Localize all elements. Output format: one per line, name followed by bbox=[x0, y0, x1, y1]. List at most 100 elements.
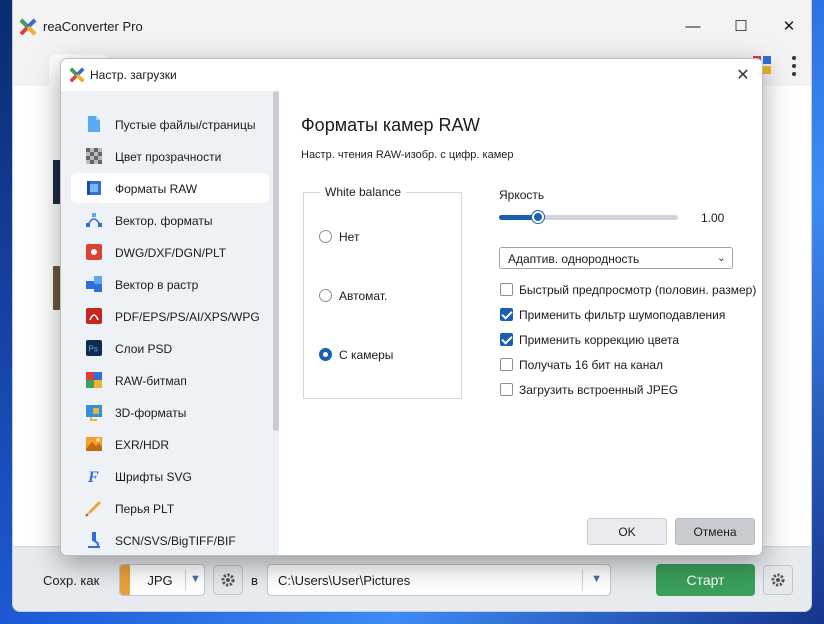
gear-icon bbox=[771, 573, 785, 587]
dialog-titlebar: Настр. загрузки ✕ bbox=[61, 59, 762, 91]
cancel-button[interactable]: Отмена bbox=[675, 518, 755, 545]
blank-file-icon bbox=[88, 116, 100, 132]
radio-wb-auto[interactable]: Автомат. bbox=[319, 288, 479, 304]
checkbox-box[interactable] bbox=[500, 283, 513, 296]
sidebar-item-label: EXR/HDR bbox=[115, 438, 170, 452]
white-balance-legend: White balance bbox=[320, 185, 407, 199]
pen-icon bbox=[85, 501, 101, 517]
radio-circle[interactable] bbox=[319, 289, 332, 302]
raw-bitmap-icon bbox=[86, 372, 102, 388]
sidebar-item-label: RAW-битмап bbox=[115, 374, 187, 388]
sidebar-item-3d[interactable]: 3D-форматы bbox=[71, 397, 269, 427]
start-settings-button[interactable] bbox=[763, 565, 793, 595]
save-as-label: Сохр. как bbox=[43, 573, 100, 588]
sidebar-item-vector-formats[interactable]: Вектор. форматы bbox=[71, 205, 269, 235]
app-logo-icon bbox=[69, 67, 85, 83]
brightness-label: Яркость bbox=[499, 188, 545, 202]
radio-label: С камеры bbox=[339, 348, 394, 362]
checkbox-label: Загрузить встроенный JPEG bbox=[519, 383, 679, 397]
hdr-icon bbox=[86, 437, 102, 451]
start-button[interactable]: Старт bbox=[656, 564, 755, 596]
radio-label: Нет bbox=[339, 230, 360, 244]
chevron-down-icon[interactable]: ▼ bbox=[591, 573, 602, 585]
interpolation-select[interactable]: Адаптив. однородность ⌄ bbox=[499, 247, 733, 269]
sidebar-item-microscopy[interactable]: SCN/SVS/BigTIFF/BIF bbox=[71, 525, 269, 555]
vector-icon bbox=[86, 213, 102, 227]
sidebar-item-plt-pens[interactable]: Перья PLT bbox=[71, 493, 269, 523]
sidebar-item-label: PDF/EPS/PS/AI/XPS/WPG bbox=[115, 310, 260, 324]
sidebar-item-raw-bitmap[interactable]: RAW-битмап bbox=[71, 365, 269, 395]
sidebar-item-exr-hdr[interactable]: EXR/HDR bbox=[71, 429, 269, 459]
load-settings-dialog: Настр. загрузки ✕ Пустые файлы/страницы … bbox=[60, 58, 763, 556]
slider-thumb[interactable] bbox=[532, 211, 545, 223]
sidebar-item-svg-fonts[interactable]: F Шрифты SVG bbox=[71, 461, 269, 491]
3d-icon bbox=[86, 405, 102, 421]
checkbox-box[interactable] bbox=[500, 358, 513, 371]
page-title: Форматы камер RAW bbox=[301, 115, 480, 135]
sidebar-item-label: DWG/DXF/DGN/PLT bbox=[115, 246, 227, 260]
output-format-value: JPG bbox=[147, 573, 173, 588]
microscope-icon bbox=[88, 532, 100, 548]
transparency-icon bbox=[86, 148, 102, 164]
output-path-input[interactable]: C:\Users\User\Pictures ▼ bbox=[267, 564, 611, 596]
checkbox-box[interactable] bbox=[500, 333, 513, 346]
svg-text:F: F bbox=[87, 469, 99, 485]
checkbox-embedded-jpeg[interactable]: Загрузить встроенный JPEG bbox=[500, 382, 762, 398]
sidebar-item-label: Вектор в растр bbox=[115, 278, 199, 292]
checkbox-16bit[interactable]: Получать 16 бит на канал bbox=[500, 357, 762, 373]
svg-text:Ps: Ps bbox=[89, 345, 98, 354]
page-subtitle: Настр. чтения RAW-изобр. с цифр. камер bbox=[301, 149, 514, 161]
radio-wb-camera[interactable]: С камеры bbox=[319, 347, 479, 363]
checkbox-box[interactable] bbox=[500, 383, 513, 396]
sidebar-item-pdf[interactable]: PDF/EPS/PS/AI/XPS/WPG bbox=[71, 301, 269, 331]
sidebar-item-label: Пустые файлы/страницы bbox=[115, 118, 256, 132]
close-button[interactable]: ✕ bbox=[769, 10, 809, 42]
minimize-button[interactable]: — bbox=[673, 10, 713, 42]
radio-circle[interactable] bbox=[319, 348, 332, 361]
cad-icon bbox=[86, 244, 102, 260]
checkbox-color-correction[interactable]: Применить коррекцию цвета bbox=[500, 332, 762, 348]
radio-circle[interactable] bbox=[319, 230, 332, 243]
checkbox-box[interactable] bbox=[500, 308, 513, 321]
chevron-down-icon: ⌄ bbox=[716, 252, 726, 264]
dialog-close-button[interactable]: ✕ bbox=[730, 63, 756, 87]
sidebar-item-label: Слои PSD bbox=[115, 342, 173, 356]
white-balance-group: White balance Нет Автомат. С камеры bbox=[303, 185, 462, 399]
psd-icon: Ps bbox=[86, 340, 102, 356]
sidebar-item-label: Вектор. форматы bbox=[115, 214, 213, 228]
maximize-button[interactable]: ☐ bbox=[721, 10, 761, 42]
interpolation-value: Адаптив. однородность bbox=[508, 252, 640, 266]
raw-camera-icon bbox=[87, 181, 101, 195]
sidebar-item-raw-formats[interactable]: Форматы RAW bbox=[71, 173, 269, 203]
checkbox-label: Получать 16 бит на канал bbox=[519, 358, 663, 372]
radio-wb-none[interactable]: Нет bbox=[319, 229, 479, 245]
brightness-value: 1.00 bbox=[701, 211, 725, 225]
chevron-down-icon[interactable]: ▼ bbox=[190, 573, 201, 585]
checkbox-noise-filter[interactable]: Применить фильтр шумоподавления bbox=[500, 307, 762, 323]
dialog-title: Настр. загрузки bbox=[90, 68, 177, 82]
dialog-main-panel: Форматы камер RAW Настр. чтения RAW-изоб… bbox=[279, 91, 762, 555]
output-format-select[interactable]: JPG ▼ bbox=[119, 564, 205, 596]
checkbox-fast-preview[interactable]: Быстрый предпросмотр (половин. размер) bbox=[500, 282, 762, 298]
format-settings-button[interactable] bbox=[213, 565, 243, 595]
sidebar-item-label: Форматы RAW bbox=[115, 182, 198, 196]
checkbox-label: Быстрый предпросмотр (половин. размер) bbox=[519, 283, 757, 297]
sidebar-item-vector-to-raster[interactable]: Вектор в растр bbox=[71, 269, 269, 299]
ok-button[interactable]: OK bbox=[587, 518, 667, 545]
sidebar-item-blank-files[interactable]: Пустые файлы/страницы bbox=[71, 109, 269, 139]
sidebar-item-cad[interactable]: DWG/DXF/DGN/PLT bbox=[71, 237, 269, 267]
sidebar-item-label: 3D-форматы bbox=[115, 406, 187, 420]
radio-label: Автомат. bbox=[339, 289, 388, 303]
checkbox-label: Применить коррекцию цвета bbox=[519, 333, 680, 347]
in-label: в bbox=[251, 573, 258, 588]
brightness-slider[interactable] bbox=[499, 211, 678, 223]
output-path-value: C:\Users\User\Pictures bbox=[278, 573, 411, 588]
more-menu-icon[interactable] bbox=[791, 56, 797, 76]
sidebar-item-transparency[interactable]: Цвет прозрачности bbox=[71, 141, 269, 171]
format-color-stripe bbox=[120, 565, 130, 595]
gear-icon bbox=[221, 573, 235, 587]
dialog-sidebar: Пустые файлы/страницы Цвет прозрачности … bbox=[61, 91, 279, 555]
sidebar-item-psd[interactable]: Ps Слои PSD bbox=[71, 333, 269, 363]
app-titlebar: reaConverter Pro — ☐ ✕ bbox=[13, 0, 811, 52]
app-logo-icon bbox=[19, 18, 37, 36]
